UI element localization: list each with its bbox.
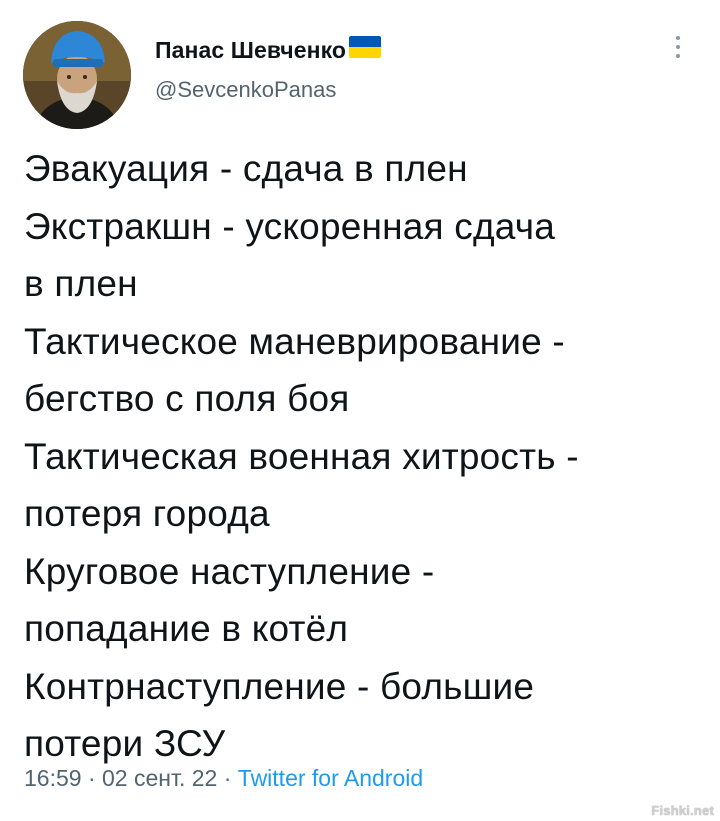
more-options-icon[interactable] [673, 36, 683, 66]
tweet-text-line: Контрнаступление - большие [24, 665, 535, 707]
author-handle[interactable]: @SevcenkoPanas [155, 77, 381, 103]
tweet-text-line: Круговое наступление - [24, 550, 435, 592]
meta-separator: · [87, 765, 96, 791]
tweet-text-line: Тактическая военная хитрость - [24, 435, 579, 477]
tweet-text-line: потеря города [24, 493, 270, 534]
tweet-text-line: Тактическое маневрирование - [24, 320, 565, 362]
author-name[interactable]: Панас Шевченко [155, 37, 346, 64]
avatar-portrait-image [23, 21, 131, 129]
tweet-text-line: бегство с поля боя [24, 378, 350, 419]
ukraine-flag-icon [349, 36, 382, 58]
author-block: Панас Шевченко @SevcenkoPanas [155, 34, 382, 103]
tweet-card: Панас Шевченко @SevcenkoPanas Эвакуация … [0, 0, 720, 821]
watermark: Fishki.net [651, 803, 714, 818]
tweet-text-line: Эвакуация - сдача в плен [24, 148, 468, 189]
tweet-text-line: попадание в котёл [24, 608, 349, 649]
tweet-meta: 16:59 · 02 сент. 22 · Twitter for Androi… [24, 765, 423, 792]
meta-separator: · [223, 765, 232, 791]
tweet-time[interactable]: 16:59 [24, 765, 82, 791]
tweet-date[interactable]: 02 сент. 22 [102, 765, 217, 791]
tweet-text-line: в плен [24, 263, 138, 304]
tweet-text-line: потери ЗСУ [24, 723, 226, 764]
tweet-text: Эвакуация - сдача в плен Экстракшн - уск… [24, 140, 704, 773]
tweet-source-link[interactable]: Twitter for Android [238, 765, 423, 791]
tweet-text-line: Экстракшн - ускоренная сдача [24, 205, 555, 247]
avatar[interactable] [23, 21, 131, 129]
author-name-row: Панас Шевченко [155, 34, 382, 66]
